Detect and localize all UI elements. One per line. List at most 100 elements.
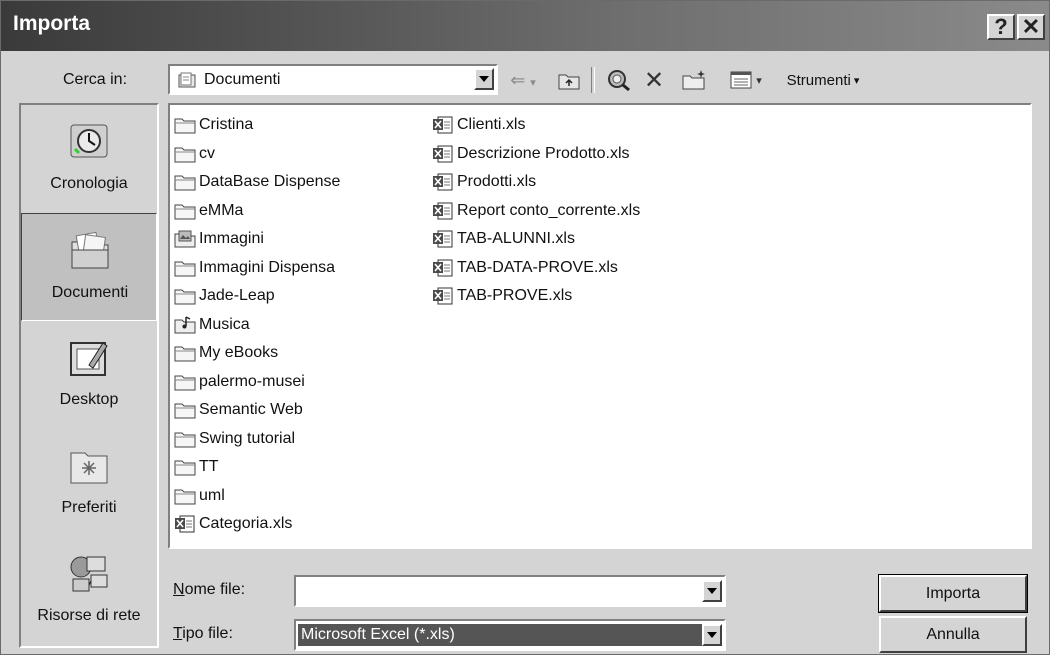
views-button[interactable]: ▾ xyxy=(723,67,769,93)
excel-file-icon xyxy=(432,286,454,306)
place-label: Desktop xyxy=(59,391,119,408)
file-name: TAB-DATA-PROVE.xls xyxy=(457,258,618,276)
excel-file-icon xyxy=(432,144,454,164)
folder-icon xyxy=(174,286,196,306)
look-in-label-text: Cerca in: xyxy=(63,71,128,88)
file-item[interactable]: Categoria.xls xyxy=(174,510,340,539)
file-name-field[interactable] xyxy=(294,575,726,607)
delete-button[interactable]: ✕ xyxy=(641,67,667,94)
title-bar[interactable]: Importa ? ✕ xyxy=(1,1,1049,51)
back-button[interactable]: ⇐ ▾ xyxy=(503,67,543,93)
folder-icon xyxy=(174,201,196,221)
folder-item[interactable]: TT xyxy=(174,453,340,482)
file-list[interactable]: Cristina cv DataBase Dispense eMMa Immagini I… xyxy=(168,103,1032,549)
excel-file-icon xyxy=(432,201,454,221)
file-item[interactable]: Prodotti.xls xyxy=(432,168,640,197)
folder-item[interactable]: Immagini Dispensa xyxy=(174,254,340,283)
folder-item[interactable]: Swing tutorial xyxy=(174,425,340,454)
search-web-button[interactable] xyxy=(605,67,633,93)
file-name: palermo-musei xyxy=(199,372,305,390)
folder-icon xyxy=(174,343,196,363)
file-type-label-rest: ipo file: xyxy=(182,625,233,642)
file-name: TAB-PROVE.xls xyxy=(457,287,573,305)
import-button[interactable]: Importa xyxy=(878,574,1028,613)
file-name: TT xyxy=(199,458,219,476)
new-folder-button[interactable] xyxy=(679,67,711,93)
close-button[interactable]: ✕ xyxy=(1017,14,1045,40)
network-icon xyxy=(70,556,108,592)
file-column: Cristina cv DataBase Dispense eMMa Immagini I… xyxy=(174,111,340,539)
folder-icon xyxy=(174,400,196,420)
file-name: My eBooks xyxy=(199,344,279,362)
look-in-value: Documenti xyxy=(204,71,281,88)
tools-menu-button[interactable]: Strumenti ▾ xyxy=(773,67,873,93)
place-favorites[interactable]: Preferiti xyxy=(21,429,157,537)
file-name: Cristina xyxy=(199,116,254,134)
file-name: TAB-ALUNNI.xls xyxy=(457,230,575,248)
folder-item[interactable]: Cristina xyxy=(174,111,340,140)
file-name: Musica xyxy=(199,315,250,333)
folder-item[interactable]: uml xyxy=(174,482,340,511)
file-name: Categoria.xls xyxy=(199,515,293,533)
file-item[interactable]: Report conto_corrente.xls xyxy=(432,197,640,226)
file-type-label: Tipo file: xyxy=(173,625,233,642)
folder-item[interactable]: Musica xyxy=(174,311,340,340)
file-name-label-rest: ome file: xyxy=(184,581,246,598)
file-item[interactable]: TAB-DATA-PROVE.xls xyxy=(432,254,640,283)
chevron-down-icon[interactable] xyxy=(702,580,722,602)
place-label: Risorse di rete xyxy=(37,607,141,624)
file-name-input[interactable] xyxy=(299,580,701,604)
place-label: Documenti xyxy=(51,284,129,301)
file-name: cv xyxy=(199,144,215,162)
cancel-button[interactable]: Annulla xyxy=(879,616,1027,653)
place-desktop[interactable]: Desktop xyxy=(21,321,157,429)
file-item[interactable]: TAB-ALUNNI.xls xyxy=(432,225,640,254)
file-name: Report conto_corrente.xls xyxy=(457,201,641,219)
up-folder-icon xyxy=(558,74,580,90)
folder-item[interactable]: Immagini xyxy=(174,225,340,254)
folder-item[interactable]: DataBase Dispense xyxy=(174,168,340,197)
folder-icon xyxy=(174,457,196,477)
file-type-dropdown[interactable]: Microsoft Excel (*.xls) xyxy=(294,619,726,651)
folder-item[interactable]: palermo-musei xyxy=(174,368,340,397)
place-history[interactable]: Cronologia xyxy=(21,105,157,213)
folder-icon xyxy=(174,258,196,278)
place-network[interactable]: Risorse di rete xyxy=(21,537,157,645)
toolbar-separator xyxy=(591,67,595,93)
place-my-documents[interactable]: Documenti xyxy=(21,213,157,321)
folder-item[interactable]: Jade-Leap xyxy=(174,282,340,311)
file-name: Prodotti.xls xyxy=(457,173,537,191)
folder-item[interactable]: eMMa xyxy=(174,197,340,226)
place-label: Preferiti xyxy=(61,499,117,516)
import-button-label: Importa xyxy=(925,584,981,602)
pictures-folder-icon xyxy=(174,229,196,249)
look-in-dropdown[interactable]: Documenti xyxy=(168,64,498,95)
file-name: Jade-Leap xyxy=(199,287,275,305)
help-button[interactable]: ? xyxy=(987,14,1015,40)
views-chevron-icon: ▾ xyxy=(756,74,762,87)
folder-item[interactable]: My eBooks xyxy=(174,339,340,368)
place-label: Cronologia xyxy=(50,175,128,192)
music-folder-icon xyxy=(174,315,196,335)
excel-file-icon xyxy=(432,229,454,249)
chevron-down-icon[interactable] xyxy=(702,624,722,646)
file-name: Immagini Dispensa xyxy=(199,258,336,276)
excel-file-icon xyxy=(432,172,454,192)
file-name: Descrizione Prodotto.xls xyxy=(457,144,630,162)
file-name: uml xyxy=(199,486,225,504)
look-in-label: Cerca in: xyxy=(63,71,127,89)
search-web-icon xyxy=(608,70,630,92)
window-title: Importa xyxy=(13,12,91,35)
folder-icon xyxy=(174,172,196,192)
excel-file-icon xyxy=(174,514,196,534)
file-item[interactable]: TAB-PROVE.xls xyxy=(432,282,640,311)
up-one-level-button[interactable] xyxy=(556,67,582,93)
new-folder-icon xyxy=(682,70,705,90)
file-item[interactable]: Clienti.xls xyxy=(432,111,640,140)
folder-item[interactable]: Semantic Web xyxy=(174,396,340,425)
file-item[interactable]: Descrizione Prodotto.xls xyxy=(432,140,640,169)
cancel-button-label: Annulla xyxy=(926,625,980,643)
chevron-down-icon[interactable] xyxy=(474,68,494,90)
folder-item[interactable]: cv xyxy=(174,140,340,169)
places-bar: Cronologia Documenti Desktop Preferiti R… xyxy=(19,103,159,648)
